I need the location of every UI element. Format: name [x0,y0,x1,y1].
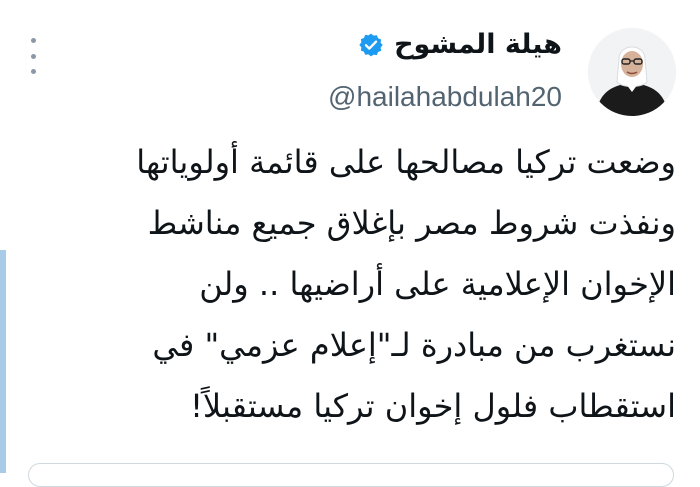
author-handle[interactable]: @hailahabdulah20 [328,80,562,114]
tweet[interactable]: هيلة المشوح @hailahabdulah20 وضعت تركيا … [0,0,700,487]
tweet-text-line: الإخوان الإعلامية على أراضيها .. ولن [199,265,676,303]
tweet-text-line: استقطاب فلول إخوان تركيا مستقبلاً! [190,387,676,425]
tweet-text-line: وضعت تركيا مصالحها على قائمة أولوياتها [136,143,676,181]
tweet-text-line: نستغرب من مبادرة لـ"إعلام عزمي" في [152,326,676,364]
more-dot [30,69,36,74]
author-name-row[interactable]: هيلة المشوح [358,28,562,62]
more-options-icon[interactable] [26,38,40,74]
more-dot [30,53,36,59]
tweet-text: وضعت تركيا مصالحها على قائمة أولوياتها و… [24,132,676,437]
display-name[interactable]: هيلة المشوح [394,28,562,62]
verified-badge-icon [359,33,383,57]
tweet-text-line: ونفذت شروط مصر بإغلاق جميع مناشط [147,204,676,242]
quoted-card-edge[interactable] [28,463,674,487]
more-dot [30,38,36,43]
profile-photo-icon [588,28,676,116]
avatar[interactable] [588,28,676,116]
